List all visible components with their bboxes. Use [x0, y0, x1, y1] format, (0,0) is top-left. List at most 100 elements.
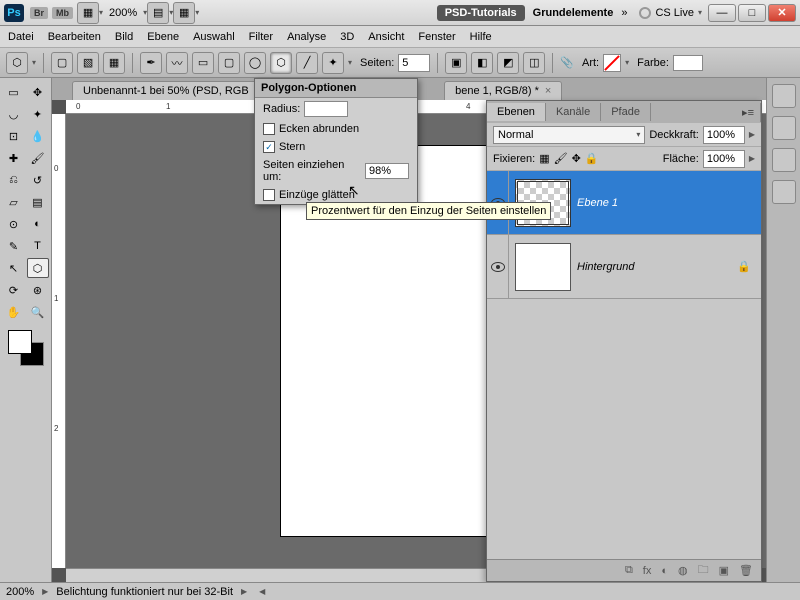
tab-kanaele[interactable]: Kanäle	[546, 103, 601, 121]
chevrons-icon[interactable]: »	[621, 7, 627, 19]
fill-input[interactable]: 100%	[703, 150, 745, 168]
tri-icon[interactable]: ▶	[241, 587, 247, 596]
move-tool[interactable]: ✥	[27, 82, 49, 102]
custom-shape-icon[interactable]: ✦	[322, 52, 344, 74]
link-layers-icon[interactable]: ⧉	[625, 564, 633, 577]
glaetten-checkbox[interactable]	[263, 189, 275, 201]
pen-icon[interactable]: ✒	[140, 52, 162, 74]
tab-ebenen[interactable]: Ebenen	[487, 103, 546, 121]
seiten-input[interactable]	[398, 54, 430, 72]
layer-thumbnail[interactable]	[515, 243, 571, 291]
menu-analyse[interactable]: Analyse	[287, 31, 326, 43]
status-zoom[interactable]: 200%	[6, 586, 34, 598]
radius-input[interactable]	[304, 101, 348, 117]
workspace-button[interactable]: PSD-Tutorials	[437, 5, 525, 21]
heal-tool[interactable]: ✚	[3, 148, 25, 168]
menu-datei[interactable]: Datei	[8, 31, 34, 43]
menu-fenster[interactable]: Fenster	[418, 31, 455, 43]
combine-intersect-icon[interactable]: ◩	[497, 52, 519, 74]
brush-tool[interactable]: 🖌	[27, 148, 49, 168]
tri-icon[interactable]: ▶	[42, 587, 48, 596]
lasso-tool[interactable]: ◡	[3, 104, 25, 124]
crop-tool[interactable]: ⊡	[3, 126, 25, 146]
rect-icon[interactable]: ▭	[192, 52, 214, 74]
shape-layers-icon[interactable]: ▢	[51, 52, 73, 74]
close-icon[interactable]: ×	[545, 85, 551, 97]
delete-layer-icon[interactable]: 🗑	[739, 564, 753, 577]
roundrect-icon[interactable]: ▢	[218, 52, 240, 74]
tri-icon[interactable]: ◀	[259, 587, 265, 596]
combine-add-icon[interactable]: ▣	[445, 52, 467, 74]
lock-transparent-icon[interactable]: ▦	[539, 152, 549, 165]
fx-icon[interactable]: fx	[643, 565, 652, 577]
dodge-tool[interactable]: ◐	[27, 214, 49, 234]
doc-tab-2[interactable]: bene 1, RGB/8) *×	[444, 81, 562, 100]
dropdown-icon[interactable]: ▶	[749, 154, 755, 163]
dropdown-icon[interactable]: ▾	[625, 58, 629, 67]
ellipse-icon[interactable]: ◯	[244, 52, 266, 74]
menu-auswahl[interactable]: Auswahl	[193, 31, 235, 43]
doc-tab-1[interactable]: Unbenannt-1 bei 50% (PSD, RGB×	[72, 81, 272, 100]
new-layer-icon[interactable]: ▣	[719, 564, 729, 577]
menu-3d[interactable]: 3D	[340, 31, 354, 43]
lock-all-icon[interactable]: 🔒	[585, 152, 599, 165]
tool-preset-icon[interactable]: ⬡	[6, 52, 28, 74]
einziehen-input[interactable]	[365, 163, 409, 179]
clip-icon[interactable]: 📎	[560, 56, 574, 69]
styles-panel-icon[interactable]	[772, 180, 796, 204]
color-panel-icon[interactable]	[772, 84, 796, 108]
color-picker[interactable]	[8, 330, 44, 366]
dropdown-icon[interactable]: ▾	[99, 8, 103, 17]
menu-ebene[interactable]: Ebene	[147, 31, 179, 43]
layer-name[interactable]: Ebene 1	[577, 197, 761, 209]
ecken-checkbox[interactable]	[263, 123, 275, 135]
menu-bild[interactable]: Bild	[115, 31, 133, 43]
swatches-panel-icon[interactable]	[772, 116, 796, 140]
rotate-3d-tool[interactable]: ⟳	[3, 280, 25, 300]
combine-exclude-icon[interactable]: ◫	[523, 52, 545, 74]
adjustment-icon[interactable]: ◍	[678, 564, 688, 577]
blend-mode-select[interactable]: Normal▾	[493, 126, 645, 144]
workspace-name[interactable]: Grundelemente	[533, 7, 614, 19]
eyedropper-tool[interactable]: 💧	[27, 126, 49, 146]
dropdown-icon[interactable]: ▾	[32, 58, 36, 67]
color-swatch[interactable]	[673, 55, 703, 71]
layer-row[interactable]: Hintergrund 🔒	[487, 235, 761, 299]
polygon-icon[interactable]: ⬡	[270, 52, 292, 74]
type-tool[interactable]: T	[27, 236, 49, 256]
menu-ansicht[interactable]: Ansicht	[368, 31, 404, 43]
path-select-tool[interactable]: ↖	[3, 258, 25, 278]
shape-tool[interactable]: ⬡	[27, 258, 49, 278]
hand-tool[interactable]: ✋	[3, 302, 25, 322]
pen-tool[interactable]: ✎	[3, 236, 25, 256]
menu-hilfe[interactable]: Hilfe	[470, 31, 492, 43]
screen-mode-icon[interactable]: ▦	[77, 2, 99, 24]
lock-paint-icon[interactable]: 🖌	[554, 152, 568, 165]
zoom-tool[interactable]: 🔍	[27, 302, 49, 322]
menu-filter[interactable]: Filter	[249, 31, 273, 43]
adjustments-panel-icon[interactable]	[772, 148, 796, 172]
close-button[interactable]: ✕	[768, 4, 796, 22]
menu-bearbeiten[interactable]: Bearbeiten	[48, 31, 101, 43]
arrange-icon[interactable]: ▤	[147, 2, 169, 24]
panel-menu-icon[interactable]: ▸≡	[736, 103, 761, 122]
line-icon[interactable]: ╱	[296, 52, 318, 74]
layer-name[interactable]: Hintergrund	[577, 261, 737, 273]
paths-icon[interactable]: ▧	[77, 52, 99, 74]
bridge-badge[interactable]: Br	[30, 7, 48, 19]
lock-position-icon[interactable]: ✥	[572, 152, 581, 165]
history-brush-tool[interactable]: ↺	[27, 170, 49, 190]
gradient-tool[interactable]: ▤	[27, 192, 49, 212]
minimize-button[interactable]: —	[708, 4, 736, 22]
combine-subtract-icon[interactable]: ◧	[471, 52, 493, 74]
cslive-label[interactable]: CS Live	[655, 7, 694, 19]
style-none-icon[interactable]	[603, 54, 621, 72]
dropdown-icon[interactable]: ▾	[698, 8, 702, 17]
stamp-tool[interactable]: ⎌	[3, 170, 25, 190]
wand-tool[interactable]: ✦	[27, 104, 49, 124]
zoom-level[interactable]: 200%	[109, 7, 137, 19]
dropdown-icon[interactable]: ▾	[195, 8, 199, 17]
eraser-tool[interactable]: ▱	[3, 192, 25, 212]
minibridge-badge[interactable]: Mb	[52, 7, 73, 19]
opacity-input[interactable]: 100%	[703, 126, 745, 144]
